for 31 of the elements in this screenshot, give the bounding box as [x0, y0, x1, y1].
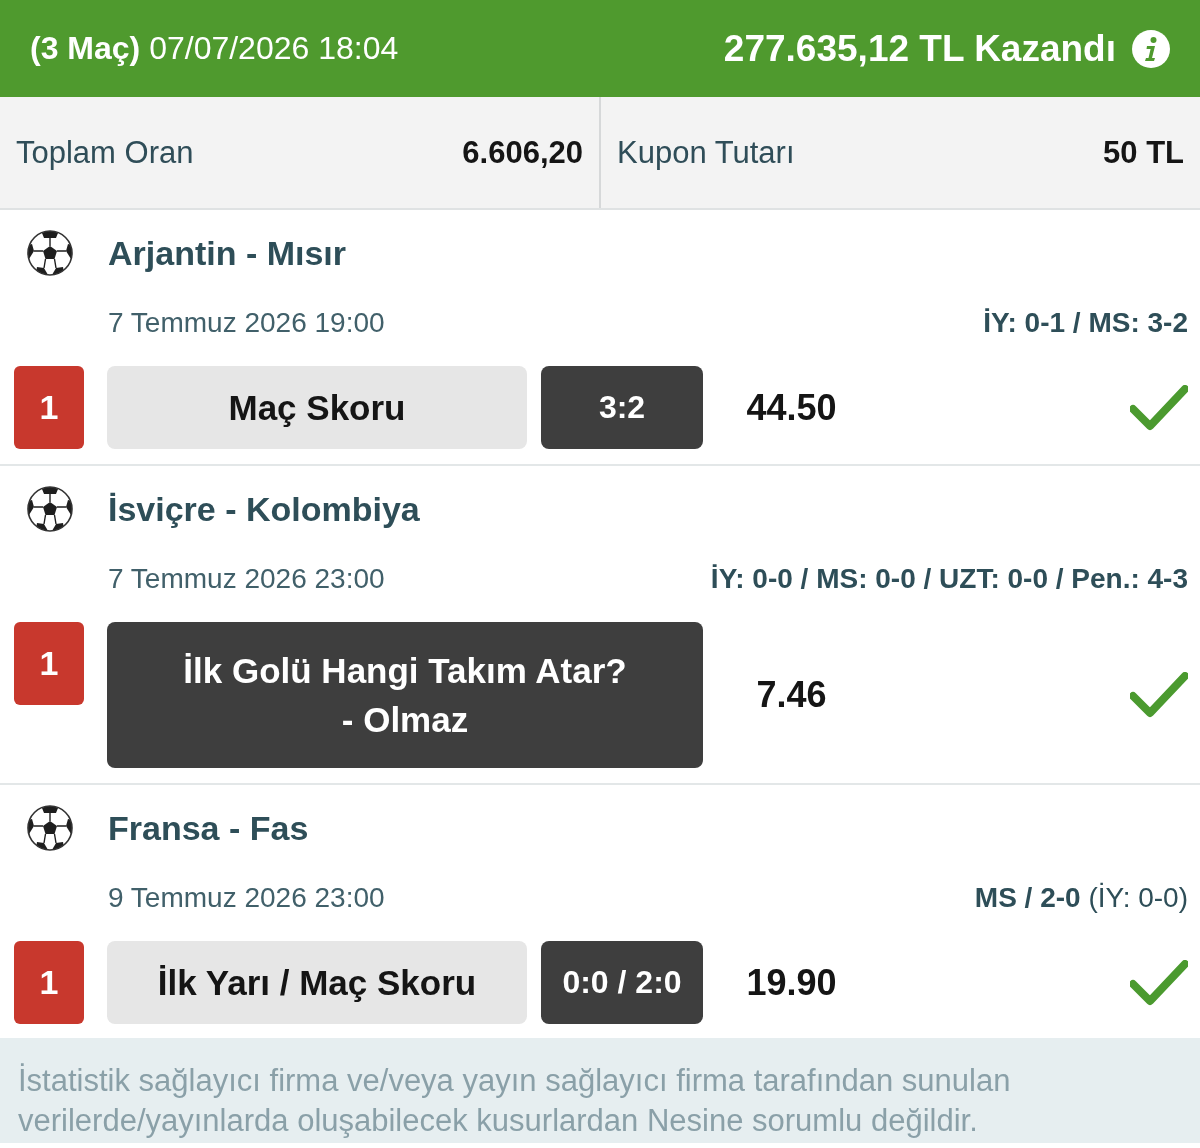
soccer-ball-icon: [26, 485, 74, 533]
summary-value: 50 TL: [1103, 134, 1184, 171]
market-name: Maç Skoru: [107, 366, 527, 449]
disclaimer-text: İstatistik sağlayıcı firma ve/veya yayın sağlayıcı firma tarafından sunulan verilerde/yayınlarda oluşabilecek kusurlardan Nesine sorumlu değildir.: [18, 1062, 1012, 1140]
match-result: MS / 2-0 (İY: 0-0): [974, 882, 1188, 914]
match-teams: Fransa - Fas: [108, 808, 309, 848]
match-teams: İsviçre - Kolombiya: [108, 489, 420, 529]
match-date: 7 Temmuz 2026 23:00: [108, 563, 385, 595]
soccer-ball-icon: [26, 229, 74, 277]
match-date: 7 Temmuz 2026 19:00: [108, 307, 385, 339]
pick-score: 3:2: [541, 366, 703, 449]
match-date: 9 Temmuz 2026 23:00: [108, 882, 385, 914]
info-icon[interactable]: [1132, 29, 1170, 68]
market-name: İlk Yarı / Maç Skoru: [107, 941, 527, 1024]
summary-value: 6.606,20: [462, 134, 583, 171]
odds-value: 19.90: [746, 961, 837, 1004]
summary-label: Toplam Oran: [16, 134, 194, 171]
match-teams: Arjantin - Mısır: [108, 233, 347, 273]
market-selection: İlk Golü Hangi Takım Atar? - Olmaz: [107, 622, 703, 768]
match-result: İY: 0-1 / MS: 3-2: [983, 307, 1188, 339]
pick-score: 0:0 / 2:0: [541, 941, 703, 1024]
coupon-info: (3 Maç) 07/07/2026 18:04: [30, 30, 399, 67]
bet-number-badge: 1: [14, 941, 84, 1024]
bet-number-badge: 1: [14, 366, 84, 449]
summary-label: Kupon Tutarı: [617, 134, 795, 171]
odds-value: 44.50: [746, 386, 837, 429]
winnings-amount: 277.635,12 TL Kazandı: [723, 27, 1116, 70]
bet-number-badge: 1: [14, 622, 84, 705]
odds-value: 7.46: [756, 674, 827, 716]
soccer-ball-icon: [26, 804, 74, 852]
match-result: İY: 0-0 / MS: 0-0 / UZT: 0-0 / Pen.: 4-3: [710, 563, 1188, 595]
